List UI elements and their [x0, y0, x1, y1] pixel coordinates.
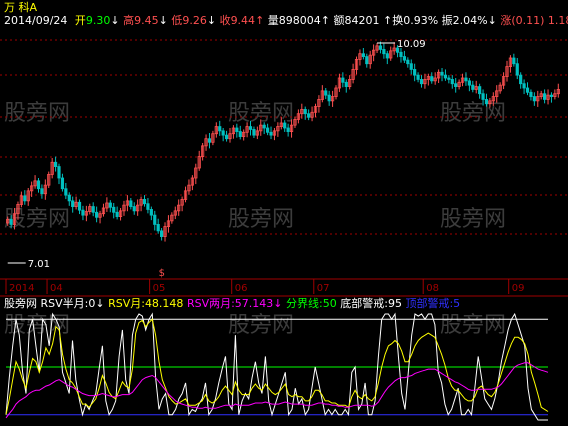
- candle-down: [543, 93, 547, 100]
- candle-down: [95, 211, 99, 218]
- watermark-text: 股旁网: [228, 207, 294, 232]
- x-tick-label: 2014: [9, 283, 34, 294]
- candle-down: [385, 53, 389, 59]
- candle-down: [327, 94, 331, 102]
- x-tick-label: 06: [235, 283, 248, 294]
- candle-down: [286, 127, 290, 132]
- indicator-series-line: [5, 362, 549, 419]
- candle-down: [440, 71, 444, 76]
- candle-down: [515, 63, 519, 76]
- candle-down: [344, 81, 348, 87]
- candle-down: [324, 90, 328, 96]
- candle-down: [67, 194, 71, 202]
- candle-down: [238, 131, 242, 137]
- candle-down: [409, 63, 413, 70]
- x-tick-label: 07: [317, 283, 330, 294]
- watermark-text: 股旁网: [4, 207, 70, 232]
- candle-down: [484, 99, 489, 105]
- candle-down: [430, 76, 434, 82]
- candle-down: [81, 209, 85, 216]
- candle-down: [402, 56, 407, 61]
- candle-down: [224, 134, 229, 140]
- candle-down: [153, 214, 157, 225]
- marker-icon: $: [159, 268, 165, 279]
- candle-down: [361, 53, 365, 57]
- candle-down: [112, 206, 116, 213]
- candle-down: [529, 91, 533, 97]
- candle-down: [269, 131, 273, 136]
- candle-down: [221, 130, 225, 136]
- candle-down: [91, 206, 95, 213]
- candle-down: [71, 200, 75, 207]
- candle-down: [512, 57, 516, 65]
- candle-down: [419, 79, 424, 85]
- candle-down: [416, 74, 420, 80]
- watermark-text: 股旁网: [228, 313, 294, 338]
- watermark-text: 股旁网: [440, 101, 506, 126]
- candle-down: [307, 113, 311, 118]
- high-price-label: 10.09: [397, 39, 426, 50]
- candle-down: [60, 177, 65, 190]
- candle-down: [142, 199, 147, 205]
- candle-down: [467, 80, 471, 86]
- candle-down: [146, 203, 150, 210]
- candle-down: [406, 59, 410, 65]
- candle-down: [266, 127, 270, 133]
- candle-down: [159, 230, 164, 237]
- candle-down: [519, 74, 523, 85]
- candle-down: [399, 51, 403, 57]
- candle-down: [149, 209, 153, 216]
- low-price-label: 7.01: [28, 259, 50, 270]
- candle-down: [413, 69, 417, 76]
- x-tick-label: 09: [512, 283, 525, 294]
- candle-down: [525, 87, 530, 93]
- candle-down: [108, 202, 112, 208]
- candle-down: [303, 109, 307, 115]
- x-tick-label: 08: [426, 283, 439, 294]
- candle-down: [23, 195, 27, 202]
- candle-down: [77, 201, 82, 211]
- candle-down: [9, 219, 13, 225]
- x-tick-label: 04: [50, 283, 63, 294]
- candle-down: [57, 166, 61, 179]
- candle-down: [132, 206, 136, 212]
- candle-down: [478, 86, 482, 95]
- candle-down: [156, 224, 160, 232]
- candle-down: [454, 83, 458, 87]
- candle-down: [40, 188, 44, 195]
- candle-down: [248, 126, 253, 130]
- candle-down: [443, 74, 448, 79]
- candle-down: [262, 124, 266, 129]
- candle-down: [532, 96, 536, 102]
- candle-down: [115, 211, 119, 217]
- candle-down: [447, 77, 451, 80]
- candle-down: [378, 45, 383, 50]
- candle-down: [283, 122, 287, 129]
- candle-down: [53, 161, 58, 167]
- candle-down: [522, 83, 526, 89]
- candle-down: [64, 188, 68, 196]
- candle-down: [450, 79, 454, 85]
- candle-down: [382, 49, 386, 55]
- candle-down: [549, 94, 554, 97]
- x-tick-label: 05: [153, 283, 166, 294]
- stock-chart-window: 万 科A 2014/09/24 开9.30↓ 高9.45↓ 低9.26↓ 收9.…: [0, 0, 568, 426]
- candle-down: [341, 77, 345, 83]
- candle-down: [252, 129, 256, 136]
- candle-down: [218, 126, 222, 132]
- candle-down: [471, 84, 475, 90]
- candle-down: [36, 180, 41, 190]
- candle-down: [481, 93, 485, 100]
- chart-canvas: 股旁网 股旁网 股旁网股旁网 股旁网 股旁网股旁网 股旁网 股旁网2014 04 05 06 07 0…: [0, 39, 568, 421]
- watermark-text: 股旁网: [440, 207, 506, 232]
- candle-down: [207, 138, 212, 143]
- watermark-text: 股旁网: [4, 101, 70, 126]
- candle-down: [464, 77, 468, 82]
- candle-down: [129, 200, 133, 207]
- candle-down: [365, 56, 369, 65]
- candle-down: [235, 127, 239, 132]
- watermark-text: 股旁网: [440, 313, 506, 338]
